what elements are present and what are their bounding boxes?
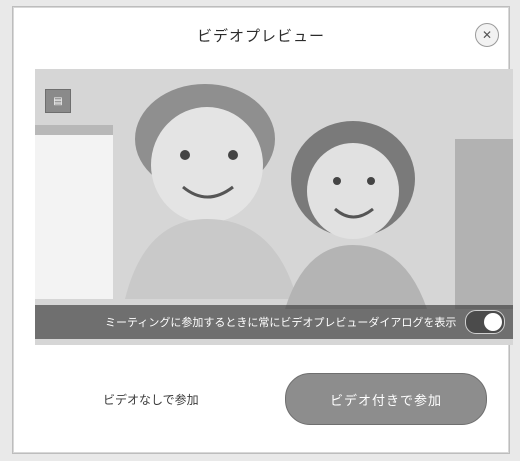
join-without-video-link[interactable]: ビデオなしで参加 <box>103 391 199 408</box>
preview-setting-bar: ミーティングに参加するときに常にビデオプレビューダイアログを表示 <box>35 305 513 339</box>
close-icon: ✕ <box>481 28 493 42</box>
video-preview-dialog: ビデオプレビュー ✕ ▤ ミーティングに参加するときに常にビデオプレビューダイア… <box>12 6 513 454</box>
always-show-preview-toggle[interactable] <box>465 310 505 334</box>
preview-image <box>35 69 513 345</box>
video-preview: ▤ ミーティングに参加するときに常にビデオプレビューダイアログを表示 <box>35 69 513 345</box>
join-with-video-button[interactable]: ビデオ付きで参加 <box>285 373 487 425</box>
dialog-title: ビデオプレビュー <box>196 27 325 45</box>
close-button[interactable]: ✕ <box>475 23 499 47</box>
toggle-knob <box>484 313 502 331</box>
always-show-preview-label: ミーティングに参加するときに常にビデオプレビューダイアログを表示 <box>105 316 457 329</box>
statistics-icon[interactable]: ▤ <box>45 89 71 113</box>
